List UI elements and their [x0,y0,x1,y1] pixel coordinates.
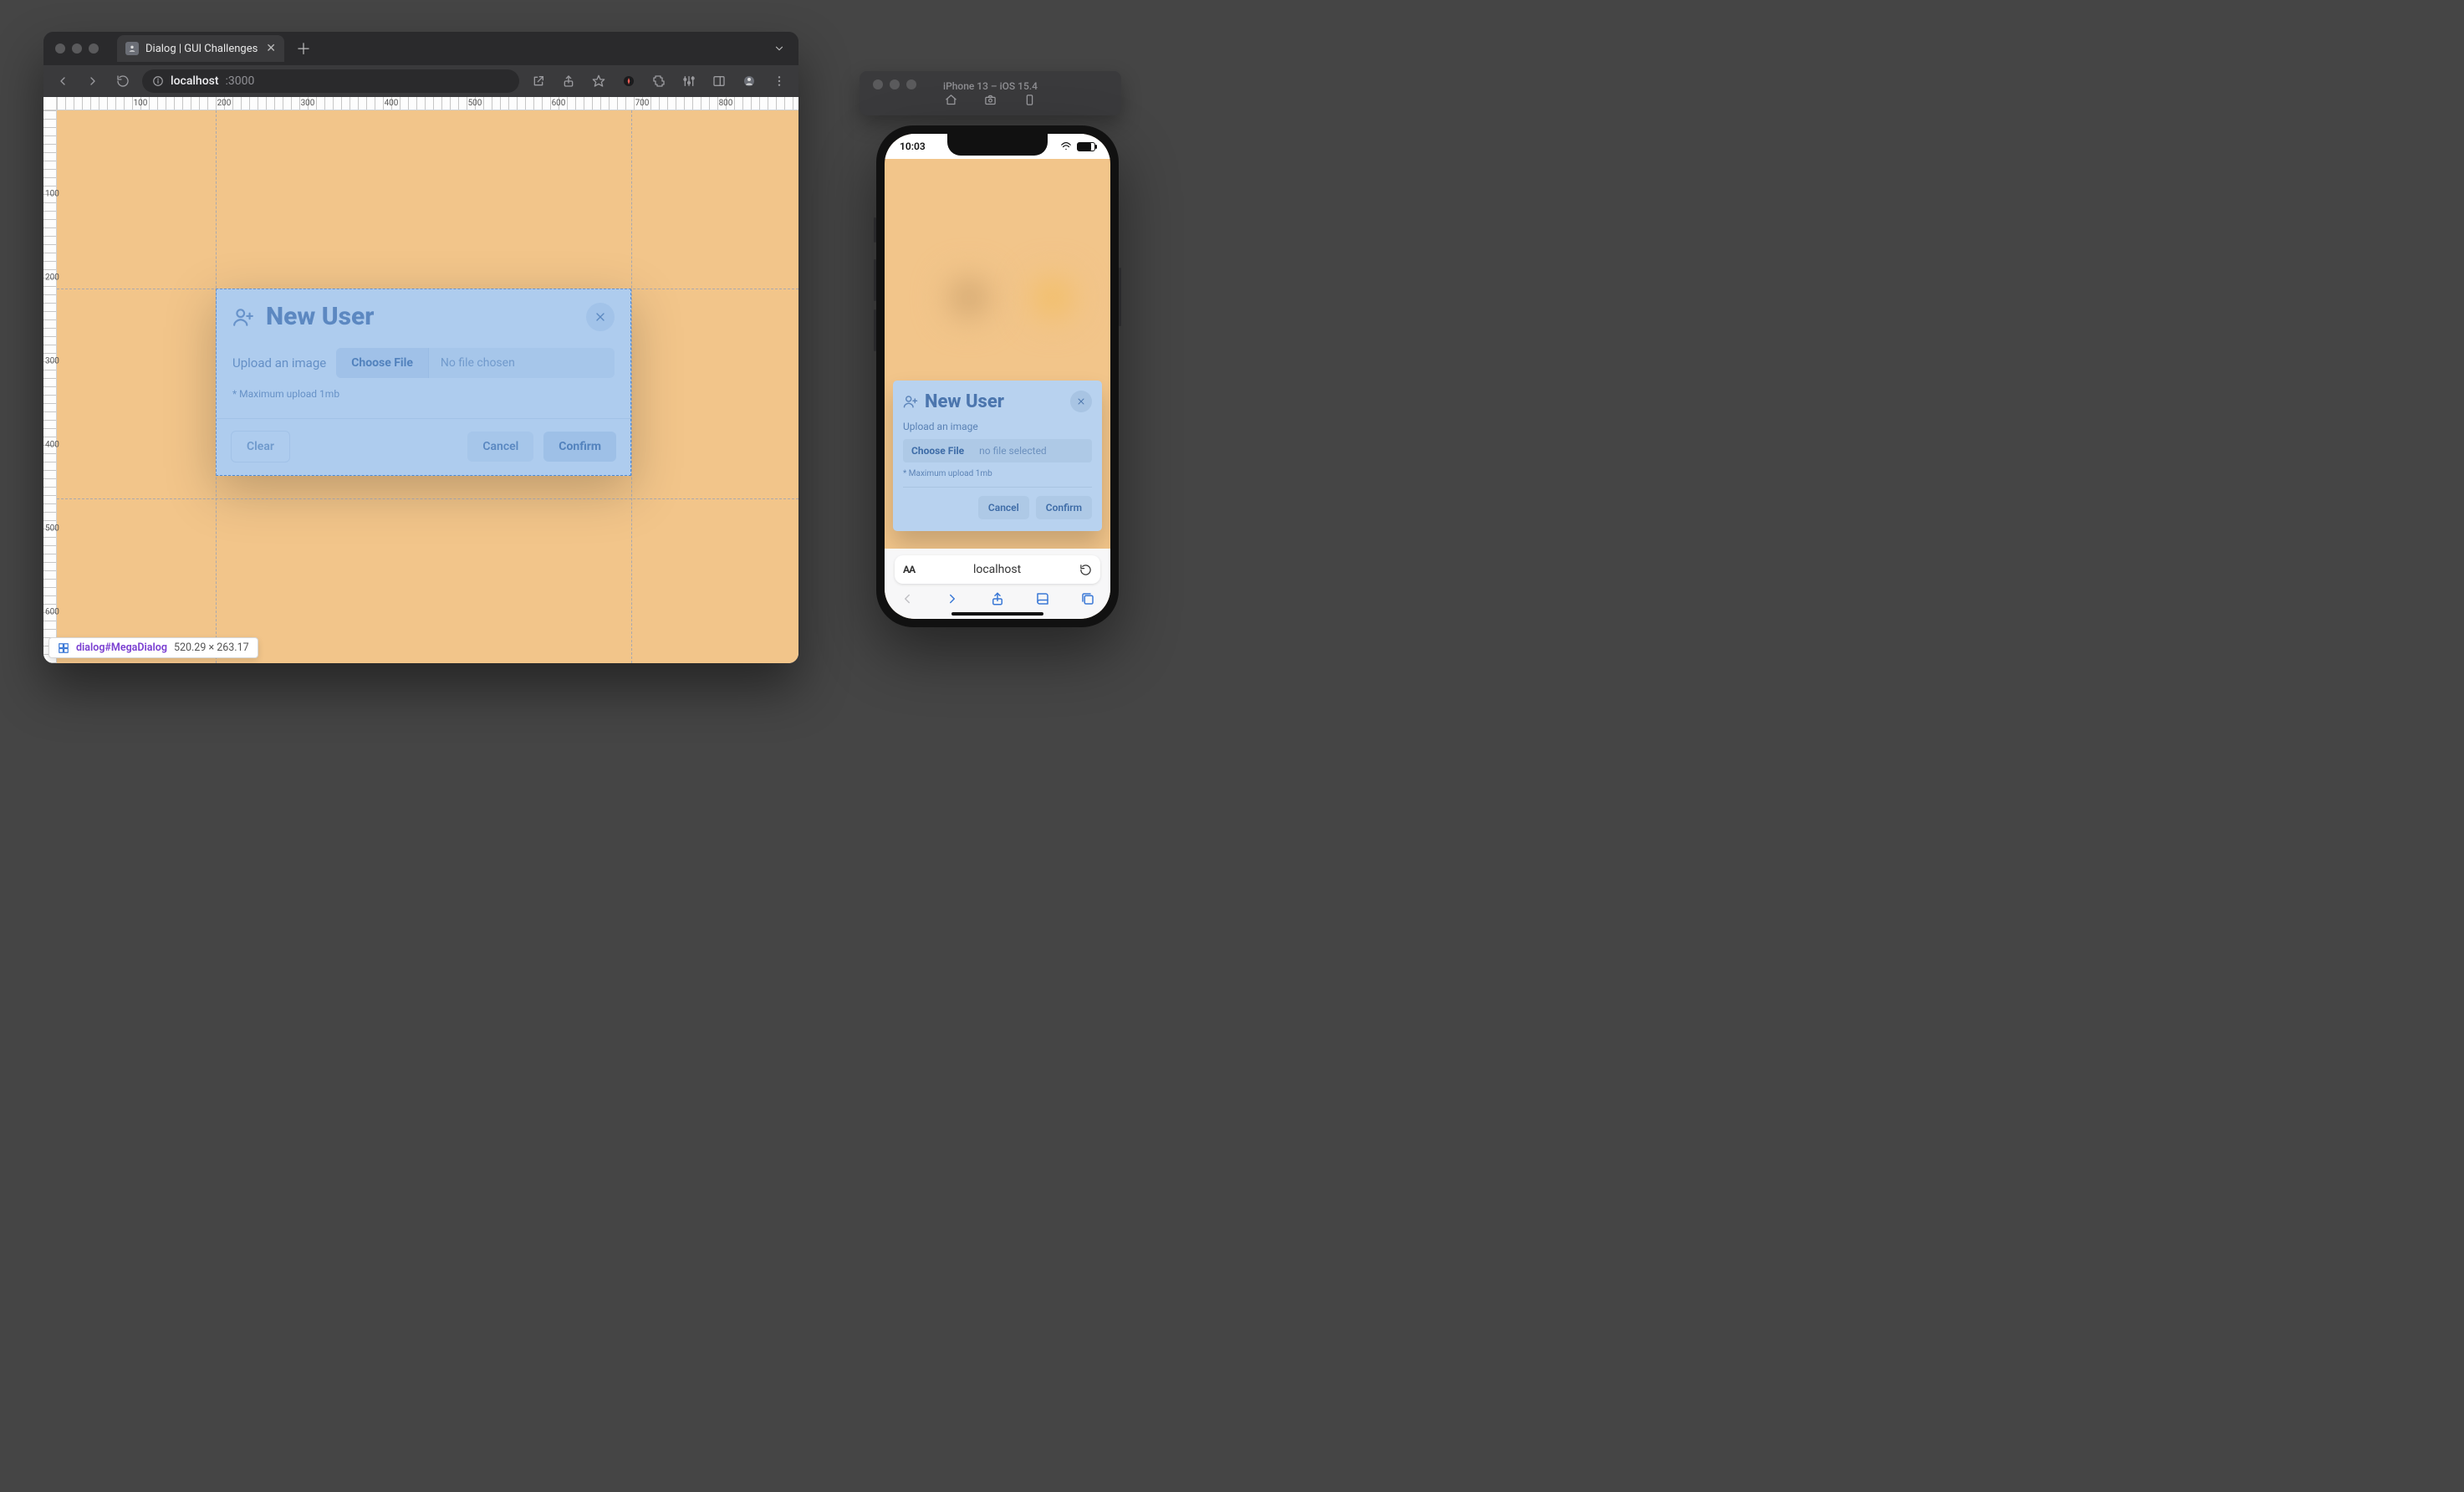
dialog-header: New User [216,289,631,343]
safari-reload-icon[interactable] [1079,564,1092,576]
mobile-dialog-title: New User [925,391,1064,412]
dialog-close-button[interactable] [586,303,615,331]
cancel-button[interactable]: Cancel [467,432,533,462]
iphone-device-frame: 10:03 New User Upload an [876,125,1119,627]
home-indicator[interactable] [951,612,1043,616]
safari-tabs-icon[interactable] [1080,591,1095,606]
sidepanel-icon[interactable] [708,70,730,92]
star-icon[interactable] [588,70,610,92]
tab-close-icon[interactable]: ✕ [266,42,276,55]
kebab-menu-icon[interactable] [768,70,790,92]
background-blob [1027,272,1079,324]
upload-hint: * Maximum upload 1mb [232,378,615,413]
extension-compass-icon[interactable] [618,70,640,92]
safari-address-bar[interactable]: AA localhost [895,555,1100,584]
browser-tab[interactable]: Dialog | GUI Challenges ✕ [117,35,284,62]
profile-icon[interactable] [738,70,760,92]
reload-icon[interactable] [112,70,134,92]
reader-icon[interactable]: AA [903,564,915,575]
upload-label: Upload an image [232,355,326,370]
safari-back-icon[interactable] [900,591,915,606]
new-tab-button[interactable]: ＋ [291,38,316,59]
site-info-icon[interactable] [152,75,164,87]
choose-file-button[interactable]: Choose File [336,348,429,378]
tab-title: Dialog | GUI Challenges [145,43,258,55]
favicon [125,42,139,55]
browser-viewport: 100 200 300 400 500 600 700 800 900 100 … [43,97,798,663]
mobile-choose-file[interactable]: Choose File [903,439,972,462]
devtools-element-chip: dialog#MegaDialog 520.29 × 263.17 [48,637,258,658]
tab-overflow-icon[interactable] [773,43,792,54]
media-controls-icon[interactable] [678,70,700,92]
grid-icon [58,642,69,654]
mobile-file-input[interactable]: Choose File no file selected [903,439,1092,462]
simulator-toolbar [860,94,1121,106]
mobile-upload-hint: * Maximum upload 1mb [903,469,1092,478]
mega-dialog: New User Upload an image Choose File No … [216,289,631,476]
simulator-traffic-lights[interactable] [868,79,928,89]
notch [947,134,1048,156]
open-in-new-icon[interactable] [528,70,549,92]
wifi-icon [1060,141,1072,152]
dialog-body: Upload an image Choose File No file chos… [216,343,631,418]
clear-button[interactable]: Clear [231,431,290,462]
dialog-title: New User [266,302,574,331]
background-blob [943,272,995,324]
ruler-horizontal: 100 200 300 400 500 600 700 800 900 [57,97,798,110]
browser-window: Dialog | GUI Challenges ✕ ＋ localhost :30… [43,32,798,663]
browser-toolbar: localhost :3000 [43,65,798,97]
safari-forward-icon[interactable] [945,591,960,606]
battery-icon [1077,142,1095,151]
safari-bookmarks-icon[interactable] [1035,591,1050,606]
share-icon[interactable] [558,70,579,92]
iphone-screen: 10:03 New User Upload an [885,134,1110,619]
status-time: 10:03 [900,141,926,152]
mobile-cancel-button[interactable]: Cancel [978,496,1029,519]
file-input[interactable]: Choose File No file chosen [336,348,615,378]
confirm-button[interactable]: Confirm [543,432,616,462]
safari-url: localhost [915,563,1079,576]
user-plus-icon [232,306,254,328]
url-host: localhost [171,74,219,88]
extensions-icon[interactable] [648,70,670,92]
simulator-titlebar: iPhone 13 – iOS 15.4 [860,71,1121,115]
safari-share-icon[interactable] [990,591,1005,606]
address-bar[interactable]: localhost :3000 [142,69,519,93]
devtools-dimensions: 520.29 × 263.17 [174,641,249,654]
page-canvas[interactable]: New User Upload an image Choose File No … [57,110,798,663]
window-traffic-lights[interactable] [50,43,110,54]
home-icon[interactable] [945,94,957,106]
dialog-footer: Clear Cancel Confirm [216,418,631,476]
ruler-vertical: 100 200 300 400 500 600 [43,110,57,663]
forward-icon[interactable] [82,70,104,92]
screenshot-icon[interactable] [984,94,997,106]
rotate-icon[interactable] [1023,94,1036,106]
mobile-confirm-button[interactable]: Confirm [1036,496,1092,519]
devtools-selector: dialog#MegaDialog [76,641,167,654]
safari-chrome: AA localhost [885,549,1110,619]
mobile-dialog-close[interactable] [1070,391,1092,412]
file-input-placeholder: No file chosen [429,348,615,378]
browser-tabstrip: Dialog | GUI Challenges ✕ ＋ [43,32,798,65]
mobile-dialog: New User Upload an image Choose File no … [893,381,1102,531]
mobile-upload-label: Upload an image [903,421,1092,432]
ruler-corner [43,97,57,110]
url-port: :3000 [226,74,255,88]
dialog-surface: New User Upload an image Choose File No … [216,289,631,476]
mobile-file-placeholder: no file selected [972,439,1092,462]
back-icon[interactable] [52,70,74,92]
user-plus-icon [903,394,918,409]
